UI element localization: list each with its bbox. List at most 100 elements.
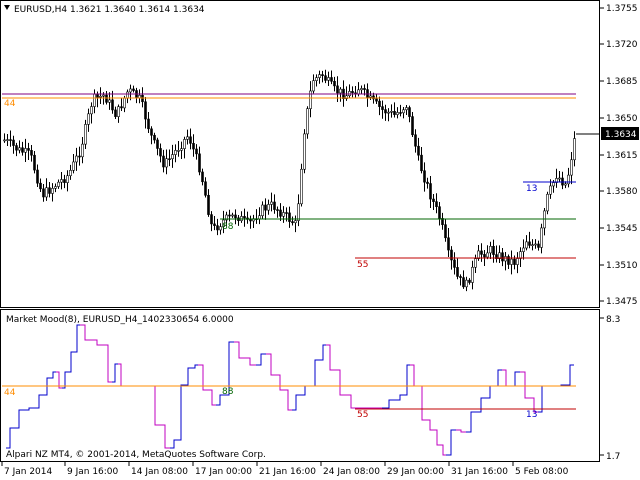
mood-segment: [284, 389, 292, 411]
candle-body: [528, 241, 531, 246]
candle-body: [45, 187, 48, 198]
candle-body: [282, 212, 285, 217]
candle-body: [444, 224, 447, 239]
candle-body: [327, 77, 330, 81]
price-label-6: 1.3580: [606, 187, 638, 197]
candle-body: [81, 143, 84, 158]
candle-body: [567, 174, 570, 185]
mood-segment: [434, 429, 440, 446]
mood-segment: [404, 364, 410, 396]
candle-body: [351, 91, 354, 94]
mood-segment: [440, 444, 446, 456]
price-axis[interactable]: 1.3755 1.3720 1.3685 1.3650 1.3615 1.358…: [600, 4, 638, 307]
candle-body: [324, 75, 327, 81]
candle-body: [291, 221, 294, 224]
mood-segment: [476, 397, 486, 413]
candle-body: [531, 244, 534, 246]
candle-body: [216, 225, 219, 231]
candle-body: [432, 198, 435, 202]
mood-segment: [310, 359, 320, 387]
candle-body: [468, 279, 471, 283]
collapse-triangle-icon[interactable]: [4, 5, 10, 10]
copyright-text: Alpari NZ MT4, © 2001-2014, MetaQuotes S…: [6, 450, 266, 460]
candle-body: [231, 214, 234, 217]
candle-body: [438, 206, 441, 219]
candle-body: [27, 148, 30, 151]
candle-body: [285, 212, 288, 214]
candle-body: [60, 179, 63, 183]
mood-segment: [90, 339, 104, 346]
candle-body: [51, 188, 54, 194]
candle-body: [366, 89, 369, 98]
candle-body: [435, 201, 438, 208]
candle-body: [564, 183, 567, 186]
mood-segment: [426, 419, 434, 431]
candle-body: [489, 245, 492, 254]
candle-body: [117, 106, 120, 117]
mood-segment: [326, 344, 334, 371]
candle-body: [15, 145, 18, 151]
mood-segment: [244, 357, 256, 366]
candle-body: [213, 223, 216, 226]
candle-body: [462, 277, 465, 288]
level-88-label: 88: [222, 222, 234, 232]
candle-body: [171, 154, 174, 160]
candle-body: [405, 107, 408, 111]
mood-segment: [80, 324, 90, 341]
symbol-header-text: EURUSD,H4 1.3621 1.3640 1.3614 1.3634: [14, 5, 205, 15]
candle-body: [534, 243, 537, 246]
candle-body: [486, 252, 489, 258]
time-axis[interactable]: 7 Jan 2014 9 Jan 16:00 14 Jan 08:00 17 J…: [1, 462, 569, 477]
time-label-5: 21 Jan 16:00: [259, 467, 316, 477]
mood-segment: [256, 353, 266, 366]
price-label-7: 1.3545: [606, 224, 638, 234]
candle-body: [414, 134, 417, 147]
mood-segment: [382, 399, 396, 409]
candle-body: [36, 169, 39, 184]
current-price-label: 1.3634: [605, 130, 637, 140]
candle-body: [12, 139, 15, 146]
candle-body: [129, 88, 132, 93]
candle-body: [303, 133, 306, 170]
candle-body: [228, 214, 231, 217]
candle-body: [123, 97, 126, 109]
candle-body: [66, 175, 69, 183]
candle-body: [474, 258, 477, 268]
time-label-1: 7 Jan 2014: [4, 467, 52, 477]
candle-body: [420, 154, 423, 172]
candle-body: [165, 158, 168, 168]
candle-body: [195, 148, 198, 155]
candle-body: [90, 106, 93, 115]
candle-body: [54, 186, 57, 189]
indicator-level-88-label: 88: [222, 387, 234, 397]
candle-body: [147, 118, 150, 130]
candle-body: [132, 88, 135, 91]
indicator-scale-top: 8.3: [606, 315, 620, 325]
price-label-2: 1.3720: [606, 40, 638, 50]
candle-body: [510, 258, 513, 265]
candle-body: [243, 216, 246, 219]
candle-body: [423, 170, 426, 183]
time-label-4: 17 Jan 00:00: [195, 467, 252, 477]
candle-body: [288, 212, 291, 222]
candle-body: [156, 139, 159, 149]
candle-body: [48, 187, 51, 194]
indicator-scale[interactable]: 8.3 1.7: [600, 315, 620, 462]
mood-segment: [486, 385, 494, 399]
candle-body: [333, 80, 336, 87]
candle-body: [540, 227, 543, 248]
price-label-9: 1.3475: [606, 297, 638, 307]
candle-body: [447, 237, 450, 251]
candle-body: [18, 147, 21, 151]
chart-window[interactable]: 44 88 55 13 EURUSD,H4 1.3621 1.3640 1.36…: [0, 0, 640, 480]
candle-body: [525, 241, 528, 249]
candle-body: [399, 112, 402, 114]
chart-canvas[interactable]: 44 88 55 13 EURUSD,H4 1.3621 1.3640 1.36…: [0, 0, 640, 480]
mood-segment: [566, 364, 574, 386]
level-13-label: 13: [526, 184, 537, 194]
time-label-8: 31 Jan 16:00: [451, 467, 508, 477]
mood-segment: [418, 385, 426, 421]
candle-body: [471, 266, 474, 283]
mood-segment: [300, 385, 310, 396]
candle-body: [144, 101, 147, 120]
